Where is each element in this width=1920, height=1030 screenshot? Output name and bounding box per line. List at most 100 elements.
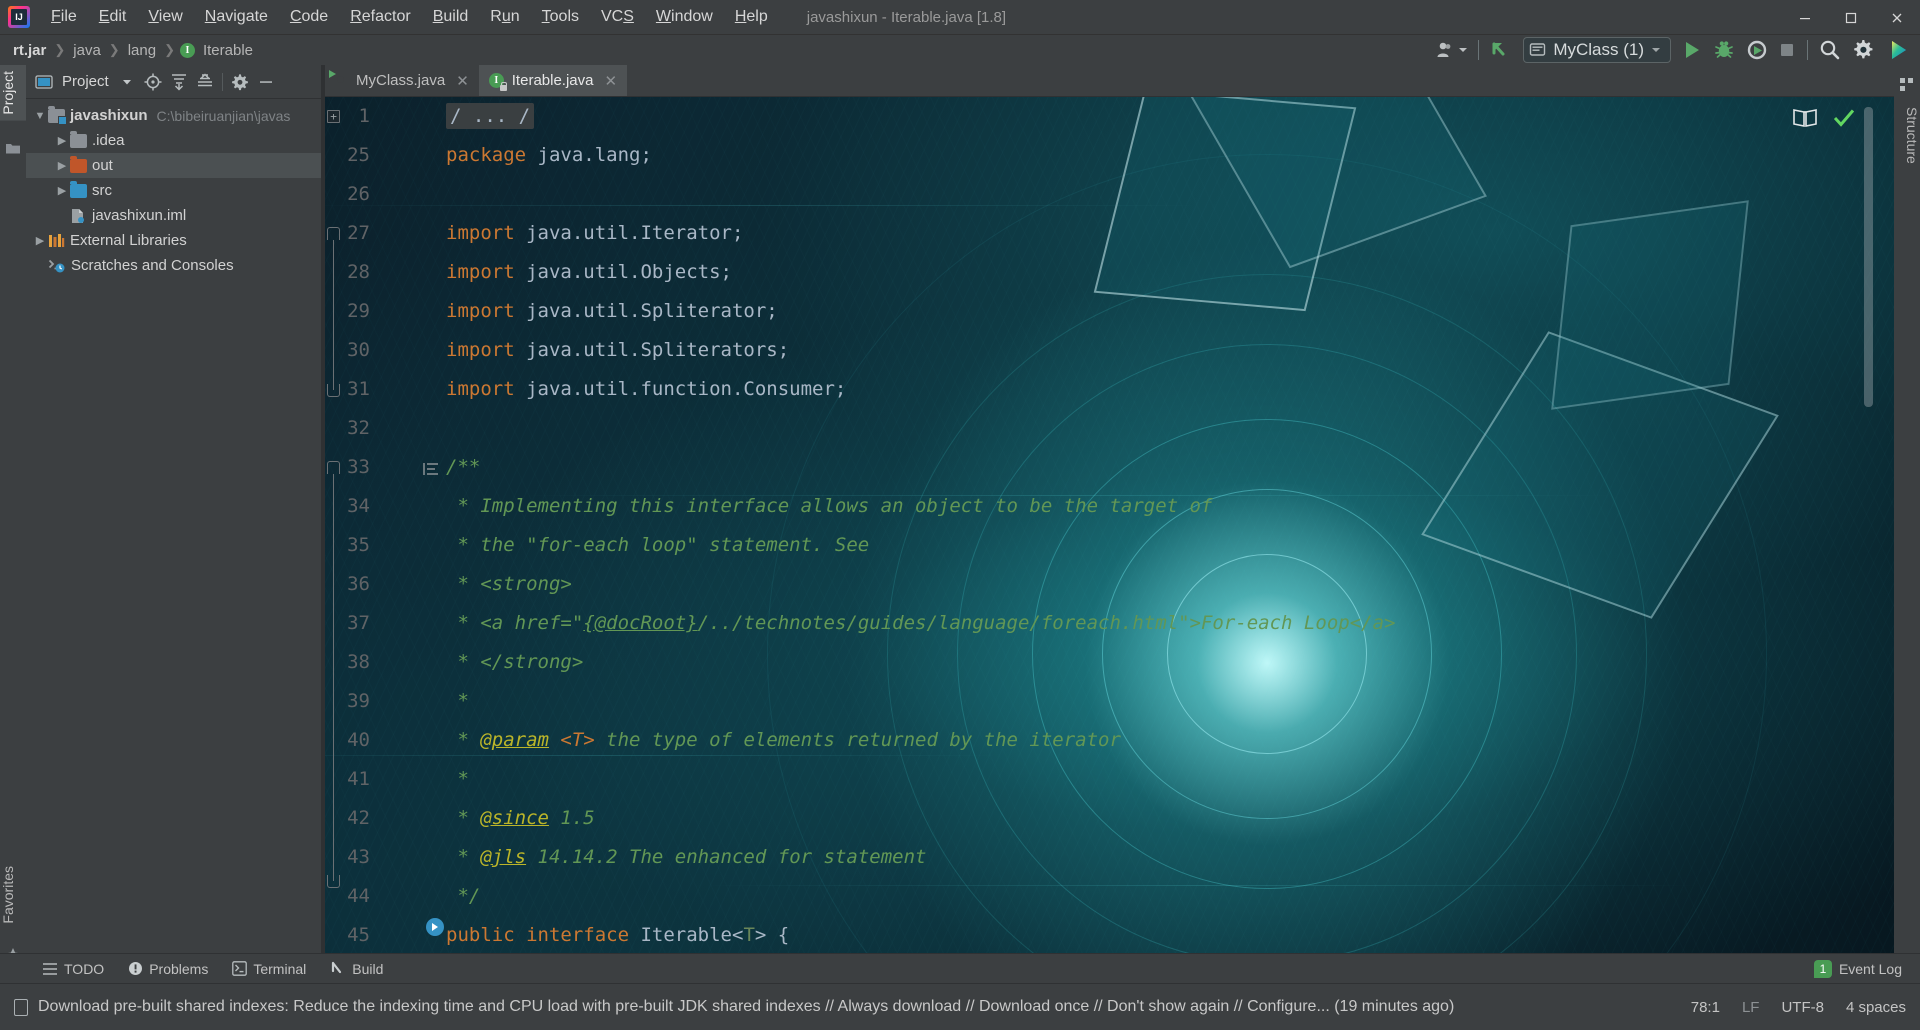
fold-expand-icon[interactable]: + <box>327 110 340 123</box>
vcs-update-arrow-icon[interactable] <box>1489 38 1513 62</box>
scrollbar-thumb[interactable] <box>1864 107 1873 407</box>
code-editor[interactable]: 1 25 26 27 28 29 30 31 32 33 34 35 36 37… <box>323 97 1898 985</box>
gear-icon[interactable] <box>228 70 252 94</box>
run-gutter-icon[interactable] <box>426 918 444 936</box>
code-line-45: public interface Iterable<T> { <box>446 924 790 946</box>
menu-help[interactable]: Help <box>724 4 779 30</box>
indent-setting[interactable]: 4 spaces <box>1846 999 1906 1016</box>
tree-node-idea[interactable]: ▶ .idea <box>26 128 323 153</box>
book-icon[interactable] <box>1792 107 1818 129</box>
breadcrumb-iterable[interactable]: Iterable <box>200 41 256 60</box>
settings-button[interactable] <box>1852 38 1876 62</box>
tree-node-javashixun[interactable]: ▼ javashixun C:\bibeiruanjian\javas <box>26 103 323 128</box>
editor-tab-myclass[interactable]: MyClass.java ✕ <box>323 65 479 96</box>
code-line-36: * <strong> <box>446 573 572 595</box>
main-menu-bar: File Edit View Navigate Code Refactor Bu… <box>0 0 1920 35</box>
chevron-right-icon[interactable]: ▶ <box>54 134 70 147</box>
sidebar-item-project[interactable]: Project <box>0 65 26 121</box>
tree-node-scratches[interactable]: Scratches and Consoles <box>26 253 323 278</box>
menu-file[interactable]: File <box>40 4 88 30</box>
project-panel-splitter[interactable] <box>321 65 325 985</box>
collapse-all-icon[interactable] <box>193 70 217 94</box>
editor-tab-iterable[interactable]: I Iterable.java ✕ <box>478 65 628 96</box>
search-everywhere-button[interactable] <box>1818 38 1842 62</box>
line-separator[interactable]: LF <box>1742 999 1760 1016</box>
sidebar-item-favorites[interactable]: Favorites <box>0 860 26 930</box>
chevron-right-icon[interactable]: ▶ <box>32 234 48 247</box>
menu-tools[interactable]: Tools <box>531 4 590 30</box>
folder-blue-icon <box>70 180 87 198</box>
code-line-37: * <a href="{@docRoot}/../technotes/guide… <box>446 612 1396 634</box>
chevron-down-icon[interactable]: ▼ <box>32 110 48 122</box>
tree-node-iml[interactable]: javashixun.iml <box>26 203 323 228</box>
menu-edit[interactable]: Edit <box>88 4 138 30</box>
notification-icon[interactable] <box>14 998 28 1016</box>
tool-button-terminal[interactable]: Terminal <box>220 958 318 980</box>
tree-node-out[interactable]: ▶ out <box>26 153 323 178</box>
code-line-34: * Implementing this interface allows an … <box>446 495 1213 517</box>
hide-panel-icon[interactable] <box>254 70 278 94</box>
chevron-down-icon <box>1459 48 1468 52</box>
menu-vcs[interactable]: VCS <box>590 4 645 30</box>
close-button[interactable] <box>1874 0 1920 35</box>
chevron-right-icon[interactable]: ▶ <box>54 184 70 197</box>
ai-assistant-button[interactable] <box>1886 38 1910 62</box>
tree-node-src[interactable]: ▶ src <box>26 178 323 203</box>
run-configuration-selector[interactable]: MyClass (1) <box>1523 37 1671 63</box>
editor-vertical-scrollbar[interactable] <box>1862 97 1876 985</box>
checkmark-ok-icon[interactable] <box>1832 107 1856 129</box>
sidebar-item-structure[interactable]: Structure <box>1894 101 1920 170</box>
status-message[interactable]: Download pre-built shared indexes: Reduc… <box>38 998 1454 1016</box>
minimize-button[interactable] <box>1782 0 1828 35</box>
chevron-down-icon[interactable] <box>115 70 139 94</box>
editor-tab-label: MyClass.java <box>356 72 446 89</box>
expand-all-icon[interactable] <box>167 70 191 94</box>
menu-run[interactable]: Run <box>479 4 530 30</box>
tool-button-build[interactable]: Build <box>318 958 395 980</box>
menu-navigate[interactable]: Navigate <box>194 4 279 30</box>
breadcrumb-java[interactable]: java <box>70 41 104 60</box>
fold-region-start[interactable] <box>327 227 340 240</box>
maximize-button[interactable] <box>1828 0 1874 35</box>
menu-window[interactable]: Window <box>645 4 724 30</box>
tree-node-label: External Libraries <box>70 232 187 249</box>
account-button[interactable] <box>1435 40 1468 60</box>
menu-refactor[interactable]: Refactor <box>339 4 421 30</box>
breadcrumb-rtjar[interactable]: rt.jar <box>10 41 49 60</box>
java-class-runnable-icon <box>329 69 349 89</box>
breadcrumb-lang[interactable]: lang <box>125 41 159 60</box>
line-number: 32 <box>347 417 370 439</box>
event-log-button[interactable]: 1 Event Log <box>1813 959 1902 978</box>
toolbar-separator <box>1478 40 1480 60</box>
javadoc-fold-line <box>333 474 334 881</box>
tree-node-external-libraries[interactable]: ▶ External Libraries <box>26 228 323 253</box>
javadoc-fold-start[interactable] <box>327 461 340 474</box>
toolbar-separator <box>1807 40 1808 60</box>
code-line-33: /** <box>446 456 481 478</box>
file-encoding[interactable]: UTF-8 <box>1781 999 1824 1016</box>
chevron-right-icon[interactable]: ▶ <box>54 159 70 172</box>
bottom-tool-bar: TODO Problems Terminal Build 1 Event Log <box>0 953 1920 983</box>
fold-region-end[interactable] <box>327 384 340 397</box>
editor-tab-label: Iterable.java <box>511 72 594 89</box>
line-number: 40 <box>347 729 370 751</box>
javadoc-annotation-icon <box>423 461 441 477</box>
menu-code[interactable]: Code <box>279 4 339 30</box>
code-line-28: import java.util.Objects; <box>446 261 732 283</box>
menu-view[interactable]: View <box>137 4 193 30</box>
select-opened-file-icon[interactable] <box>141 70 165 94</box>
run-with-coverage-button[interactable] <box>1745 39 1767 61</box>
tool-button-todo[interactable]: TODO <box>30 958 116 980</box>
debug-button[interactable] <box>1713 39 1735 61</box>
menu-build[interactable]: Build <box>422 4 480 30</box>
caret-position[interactable]: 78:1 <box>1691 999 1720 1016</box>
close-icon[interactable]: ✕ <box>604 72 617 90</box>
editor-gutter[interactable]: 1 25 26 27 28 29 30 31 32 33 34 35 36 37… <box>323 97 446 985</box>
stop-button[interactable] <box>1777 40 1797 60</box>
tool-button-problems[interactable]: Problems <box>116 958 220 980</box>
javadoc-fold-end[interactable] <box>327 875 340 888</box>
header-separator <box>221 72 223 91</box>
run-button[interactable] <box>1681 39 1703 61</box>
close-icon[interactable]: ✕ <box>456 72 469 90</box>
code-text[interactable]: / ... / package java.lang; import java.u… <box>446 97 1898 985</box>
